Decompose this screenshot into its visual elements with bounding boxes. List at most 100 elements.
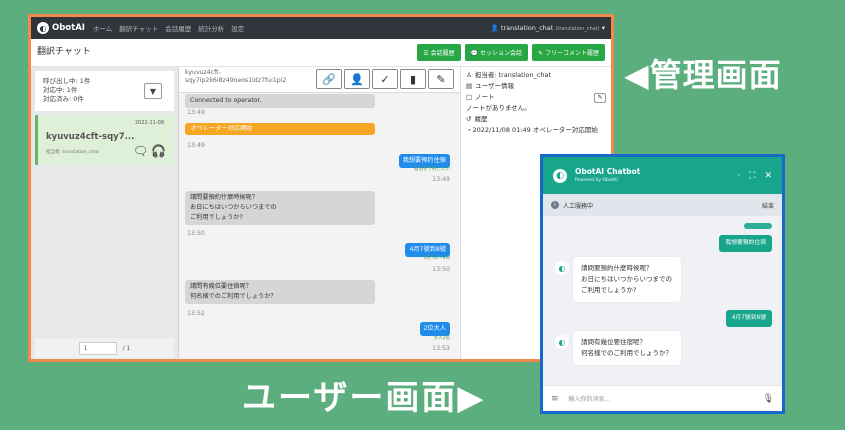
obotai-logo-icon: ◐ (553, 168, 567, 183)
link-icon: 🔗 (322, 72, 336, 86)
user-message-translation: 宿泊を予約したい (414, 167, 450, 172)
conversation-history-label: 会話履歴 (430, 50, 455, 57)
chat-widget-header: ◐ ObotAI Chatbot Powered by ObotAI · ⛶ ✕ (543, 157, 782, 194)
user-message-translation: 4月7日～8日 (423, 256, 450, 261)
history-item: ・2022/11/08 01:49 オペレーター対応開始 (466, 126, 598, 134)
link-button[interactable]: 🔗 (316, 69, 342, 89)
bot-message-line: 請問有幾位要住宿呢？ (581, 338, 646, 346)
conversation-id: kyuvuz4cft-sqy7... (46, 132, 135, 142)
assign-user-button[interactable]: 👤 (344, 69, 370, 89)
bot-message: 請問有幾位要住宿呢？ 何名様でのご利用でしょうか？ (185, 280, 375, 304)
free-comment-history-button[interactable]: ✎ フリーコメント履歴 (532, 44, 605, 61)
chat-powered-by[interactable]: Powered by ObotAI (575, 176, 640, 185)
chat-panel-header: kyuvuz4cft- sqy7ip2k6i8z49oeos1ldz7fui1p… (179, 67, 460, 93)
microphone-icon[interactable]: 🎙 (763, 394, 774, 404)
user-icon: 👤 (490, 24, 499, 32)
app-logo[interactable]: ◐ ObotAI (37, 22, 85, 34)
top-navbar: ◐ ObotAI ホーム 翻訳チャット 会話履歴 統計分析 設定 👤 trans… (31, 17, 611, 39)
edit-button[interactable]: ✎ (428, 69, 454, 89)
expand-icon[interactable]: ⛶ (749, 171, 755, 181)
user-message: 4月7號到8號 (725, 310, 772, 327)
bot-message-line: 請問要預約什麼時候呢？ (190, 194, 259, 201)
note-empty-text: ノートがありません。 (466, 104, 531, 112)
bot-message-line: お日にちはいつからいつまでの (581, 275, 672, 283)
user-message-translation: 大人2名 (433, 336, 450, 341)
user-message: 我想要預約住宿 (719, 235, 772, 252)
nav-home[interactable]: ホーム (93, 23, 112, 33)
close-icon[interactable]: ✕ (764, 171, 772, 181)
bookmark-icon: ▮ (409, 72, 417, 86)
nav-translation-chat[interactable]: 翻訳チャット (119, 23, 158, 33)
conversation-item[interactable]: 2022-11-08 kyuvuz4cft-sqy7... 担当者: trans… (35, 115, 174, 165)
session-id-line1: kyuvuz4cft- (185, 69, 221, 76)
id-card-icon: ▤ (466, 82, 473, 90)
human-service-banner: i 人工服務中 結束 (543, 194, 782, 216)
message-time: 13:50 (432, 266, 450, 273)
user-info-label: ユーザー情報 (475, 82, 515, 90)
session-id-line2: sqy7ip2k6i8z49oeos1ldz7fui1pi2 (185, 77, 287, 84)
bot-message-line: ご利用でしょうか? (190, 214, 243, 221)
page-input[interactable]: 1 (78, 341, 117, 355)
user-screen-caption: ユーザー画面▶ (242, 378, 486, 418)
edit-note-button[interactable]: ✎ (594, 92, 606, 103)
bot-message: 請問有幾位要住宿呢？ 何名様でのご利用でしょうか？ (573, 331, 681, 365)
user-info-row[interactable]: ▤ ユーザー情報 (466, 81, 606, 92)
chat-input-bar: ≡ 輸入你的消息... 🎙 (543, 385, 782, 411)
page-title: 翻訳チャット (37, 47, 91, 57)
header-actions: ☰ 会話履歴 💬 セッション会話 ✎ フリーコメント履歴 (417, 44, 605, 61)
edit-icon: ✎ (436, 72, 446, 86)
bot-avatar-icon: ◐ (555, 335, 569, 349)
bot-message-line: 何名様でのご利用でしょうか？ (581, 349, 672, 357)
status-counts: 呼び出し中: 1件 対応中: 1件 対応済み: 0件 ▼ (35, 71, 174, 111)
history-label: 履歴 (474, 115, 488, 123)
system-message: Connected to operator. (185, 94, 375, 108)
filter-button[interactable]: ▼ (144, 83, 162, 99)
message-time: 13:49 (187, 109, 205, 116)
end-chat-button[interactable]: 結束 (762, 201, 774, 210)
user-edit-icon: 👤 (350, 72, 364, 86)
free-comment-history-label: フリーコメント履歴 (544, 50, 599, 57)
filter-icon: ▼ (149, 86, 157, 96)
message-time: 13:50 (187, 230, 205, 237)
human-service-status: 人工服務中 (563, 202, 594, 210)
message-input[interactable]: 輸入你的消息... (569, 394, 611, 403)
conversation-list-panel: 呼び出し中: 1件 対応中: 1件 対応済み: 0件 ▼ 2022-11-08 … (31, 67, 179, 359)
bot-message: 請問要預約什麼時候呢？ お日にちはいつからいつまでの ご利用でしょうか? (185, 191, 375, 225)
admin-screen-caption: ◀管理画面 (624, 56, 782, 94)
bookmark-button[interactable]: ▮ (400, 69, 426, 89)
list-icon: ☰ (423, 50, 431, 57)
user-menu[interactable]: 👤 translation_chat (translation_chat) ▾ (491, 24, 605, 32)
user-edit-icon: ✎ (538, 50, 545, 57)
agent-label: 担当者: translation_chat (474, 71, 552, 79)
chat-panel: kyuvuz4cft- sqy7ip2k6i8z49oeos1ldz7fui1p… (179, 67, 461, 359)
bot-message-line: ご利用でしょうか? (581, 286, 637, 294)
chat-bubble-icon[interactable]: 🗨 (133, 144, 148, 158)
bot-avatar-icon: ◐ (555, 261, 569, 275)
session-conversation-button[interactable]: 💬 セッション会話 (464, 44, 529, 61)
bot-message-line: お日にちはいつからいつまでの (190, 204, 277, 211)
partial-user-message (744, 223, 772, 229)
headset-icon[interactable]: 🎧 (151, 144, 166, 158)
main-columns: 呼び出し中: 1件 対応中: 1件 対応済み: 0件 ▼ 2022-11-08 … (31, 67, 611, 359)
note-icon: □ (466, 93, 473, 101)
pagination: 1 / 1 (35, 338, 174, 358)
chat-title: ObotAI Chatbot (575, 166, 641, 176)
info-icon: i (551, 201, 559, 209)
chevron-down-icon: ▾ (601, 24, 605, 32)
conversation-date: 2022-11-08 (134, 120, 164, 126)
session-conversation-label: セッション会話 (480, 50, 523, 57)
complete-button[interactable]: ✓ (372, 69, 398, 89)
more-icon[interactable]: · (737, 171, 740, 181)
page-header: 翻訳チャット ☰ 会話履歴 💬 セッション会話 ✎ フリーコメント履歴 (31, 39, 611, 67)
nav-conversation-history[interactable]: 会話履歴 (165, 23, 191, 33)
nav-statistics[interactable]: 統計分析 (198, 23, 224, 33)
chat-bubbles-icon: 💬 (470, 50, 481, 57)
nav-settings[interactable]: 設定 (231, 23, 244, 33)
message-list: Connected to operator. 13:49 オペレーター対応開始 … (179, 94, 460, 359)
user-name: translation_chat (500, 24, 554, 32)
menu-icon[interactable]: ≡ (551, 394, 559, 404)
app-name: ObotAI (52, 23, 85, 33)
conversation-history-button[interactable]: ☰ 会話履歴 (417, 44, 461, 61)
bot-message-line: 請問要預約什麼時候呢？ (581, 264, 653, 272)
chat-title-block: ObotAI Chatbot Powered by ObotAI (575, 167, 640, 185)
